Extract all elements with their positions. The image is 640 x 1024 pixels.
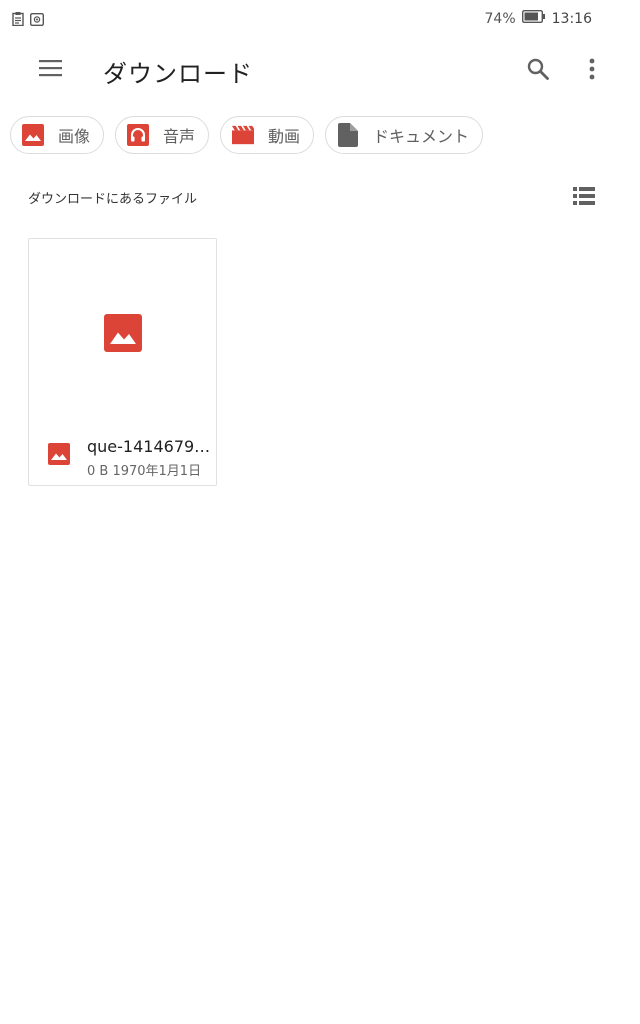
screenshot-icon bbox=[29, 11, 45, 30]
file-info: 0 B 1970年1月1日 bbox=[87, 464, 202, 479]
list-view-icon bbox=[573, 187, 595, 209]
file-card[interactable]: que-14146790... 0 B 1970年1月1日 bbox=[28, 238, 217, 486]
search-button[interactable] bbox=[520, 53, 556, 89]
chip-documents[interactable]: ドキュメント bbox=[325, 116, 484, 154]
battery-icon bbox=[521, 9, 546, 27]
image-icon bbox=[22, 124, 44, 146]
file-name: que-14146790... bbox=[87, 437, 211, 456]
chip-label: 音声 bbox=[163, 127, 196, 146]
more-vert-icon bbox=[589, 58, 595, 84]
movie-icon bbox=[232, 124, 255, 146]
status-bar: 74% 13:16 bbox=[0, 0, 640, 36]
list-view-toggle-button[interactable] bbox=[572, 187, 596, 209]
app-bar: ダウンロード bbox=[0, 36, 640, 104]
chip-label: 動画 bbox=[268, 127, 301, 146]
navigation-menu-button[interactable] bbox=[34, 53, 68, 87]
image-icon bbox=[48, 443, 72, 467]
file-meta: que-14146790... 0 B 1970年1月1日 bbox=[29, 435, 216, 485]
battery-percent: 74% bbox=[484, 10, 516, 27]
chip-label: 画像 bbox=[58, 127, 91, 146]
status-right: 74% 13:16 bbox=[484, 9, 592, 27]
section-title: ダウンロードにあるファイル bbox=[28, 192, 198, 207]
chip-images[interactable]: 画像 bbox=[10, 116, 105, 154]
more-options-button[interactable] bbox=[578, 53, 606, 89]
hamburger-menu-icon bbox=[39, 59, 63, 81]
status-time: 13:16 bbox=[551, 10, 592, 27]
clipboard-icon bbox=[12, 11, 24, 30]
document-icon bbox=[337, 123, 359, 147]
status-left bbox=[12, 11, 45, 30]
category-chips: 画像 音声 動画 ドキュメント bbox=[10, 116, 484, 156]
chip-audio[interactable]: 音声 bbox=[115, 116, 210, 154]
page-title: ダウンロード bbox=[103, 60, 253, 88]
headphones-icon bbox=[127, 124, 150, 146]
image-thumbnail-icon bbox=[104, 314, 142, 352]
chip-video[interactable]: 動画 bbox=[220, 116, 315, 154]
chip-label: ドキュメント bbox=[373, 127, 470, 146]
search-icon bbox=[526, 57, 550, 85]
